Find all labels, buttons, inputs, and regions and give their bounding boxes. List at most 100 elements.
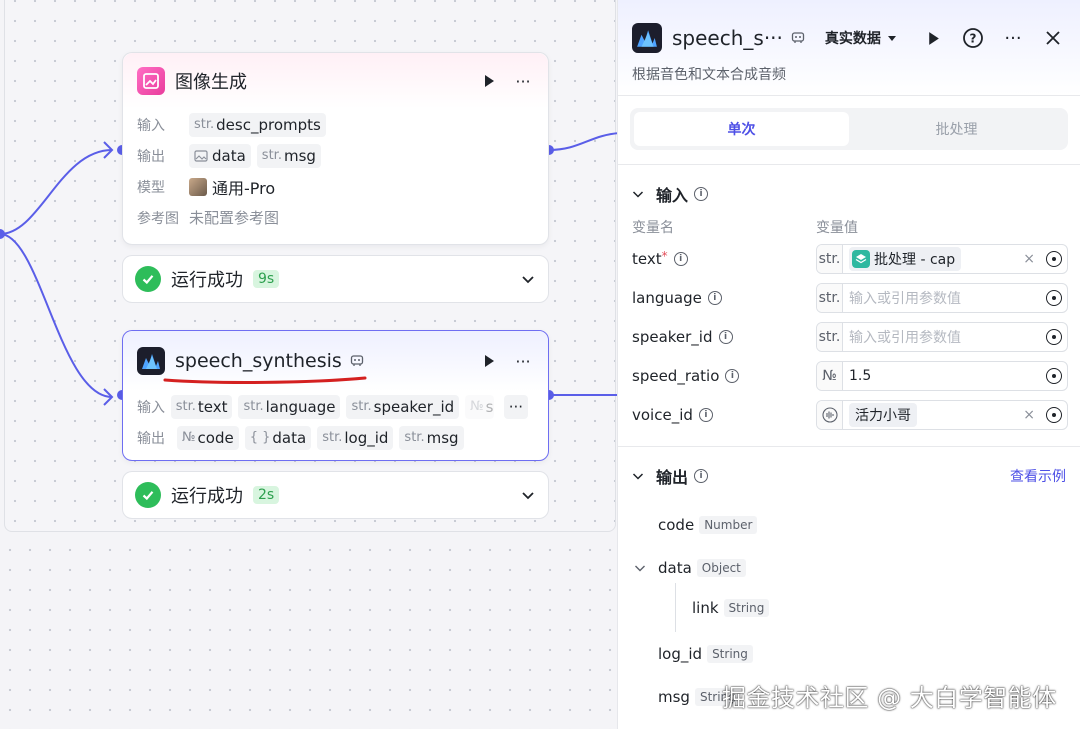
inputs-row: 输入 str. text str. language str. speaker_id …: [123, 391, 548, 422]
input-tag: str. speaker_id: [346, 394, 460, 419]
output-section-title: 输出: [656, 468, 689, 487]
time-badge: 9s: [253, 270, 280, 288]
type-indicator: №: [817, 361, 843, 390]
col-name-header: 变量名: [632, 220, 674, 236]
tab-single[interactable]: 单次: [634, 112, 849, 146]
run-button[interactable]: [478, 350, 500, 372]
plugin-badge-icon: [791, 32, 805, 43]
close-icon[interactable]: [1040, 25, 1066, 51]
param-name: speed_ratio i: [632, 367, 816, 385]
param-name: voice_id i: [632, 406, 816, 424]
param-row-speed-ratio: speed_ratio i № 1.5: [618, 356, 1080, 395]
info-icon[interactable]: i: [673, 251, 688, 266]
reference-label: 参考图: [137, 210, 179, 227]
model-value: 通用-Pro: [212, 178, 276, 198]
workflow-canvas[interactable]: 图像生成 ··· 输入 str. desc_prompts 输出 data str…: [0, 0, 620, 729]
param-row-speaker-id: speaker_id i str. 输入或引用参数值: [618, 317, 1080, 356]
tab-batch[interactable]: 批处理: [849, 112, 1064, 146]
inputs-row: 输入 str. desc_prompts: [123, 109, 548, 140]
run-button[interactable]: [478, 70, 500, 92]
info-icon[interactable]: i: [694, 469, 709, 483]
info-icon[interactable]: i: [698, 407, 713, 422]
image-icon: [137, 67, 165, 95]
param-name: speaker_id i: [632, 328, 816, 346]
more-inputs-button[interactable]: ···: [503, 394, 528, 419]
input-tag: str. language: [238, 394, 341, 419]
chevron-down-icon[interactable]: [520, 271, 536, 287]
reference-target-icon[interactable]: [1041, 401, 1067, 429]
info-icon[interactable]: i: [707, 290, 722, 305]
voice-chip[interactable]: 活力小哥: [849, 402, 917, 427]
run-status-bar[interactable]: 运行成功 9s: [122, 255, 549, 303]
node-header: 图像生成 ···: [123, 53, 548, 109]
image-type-icon: [194, 149, 208, 162]
output-item: log_id String: [658, 632, 1080, 675]
type-indicator: str.: [817, 283, 843, 312]
chevron-down-icon: [632, 191, 644, 198]
more-icon[interactable]: ···: [512, 350, 534, 372]
inputs-label: 输入: [137, 117, 165, 134]
batch-layers-icon: [852, 249, 870, 268]
language-value-field[interactable]: str. 输入或引用参数值: [816, 282, 1068, 313]
speech-plugin-icon: [137, 347, 165, 375]
run-mode-tabs: 单次 批处理: [630, 108, 1068, 150]
voice-id-value-field[interactable]: 活力小哥 ×: [816, 399, 1068, 430]
placeholder-text: 输入或引用参数值: [849, 329, 961, 346]
check-icon: [135, 482, 161, 508]
chevron-down-icon[interactable]: [520, 487, 536, 503]
info-icon[interactable]: i: [725, 368, 740, 383]
clear-icon[interactable]: ×: [1017, 407, 1041, 423]
speech-synthesis-node[interactable]: speech_synthesis ··· 输入 str. text str. lan…: [122, 330, 549, 461]
output-item: link String: [675, 583, 1080, 632]
output-section-header[interactable]: 输出 i 查看示例: [618, 461, 1080, 491]
info-icon[interactable]: i: [718, 329, 733, 344]
reference-chip[interactable]: 批处理 - cap: [849, 246, 962, 271]
view-example-link[interactable]: 查看示例: [1010, 466, 1066, 486]
model-avatar: [189, 177, 207, 196]
panel-description: 根据音色和文本合成音频: [632, 67, 786, 83]
param-row-voice-id: voice_id i 活力小哥 ×: [618, 395, 1080, 434]
output-tag: { } data: [244, 425, 312, 450]
help-icon[interactable]: ?: [960, 25, 986, 51]
image-generation-node[interactable]: 图像生成 ··· 输入 str. desc_prompts 输出 data str…: [122, 52, 549, 245]
input-section-header[interactable]: 输入 i: [618, 179, 1080, 209]
red-underline-annotation: [163, 376, 367, 384]
speed-ratio-value-field[interactable]: № 1.5: [816, 360, 1068, 391]
outputs-row: 输出 data str. msg: [123, 140, 548, 171]
input-tag: str. desc_prompts: [189, 112, 326, 137]
input-tag-faded: № s: [465, 394, 494, 419]
column-headers: 变量名 变量值: [618, 215, 1080, 239]
speed-ratio-value: 1.5: [849, 367, 872, 384]
text-value-field[interactable]: str. 批处理 - cap ×: [816, 243, 1068, 274]
output-tag: str. msg: [256, 143, 321, 168]
chevron-down-icon[interactable]: [634, 562, 646, 574]
audio-wave-icon: [817, 400, 843, 429]
type-indicator: str.: [817, 322, 843, 351]
output-tag: str. msg: [399, 425, 464, 450]
reference-target-icon[interactable]: [1041, 284, 1067, 312]
status-text: 运行成功: [171, 270, 243, 291]
reference-target-icon[interactable]: [1041, 362, 1067, 390]
outputs-label: 输出: [137, 430, 165, 447]
run-button[interactable]: [920, 25, 946, 51]
placeholder-text: 输入或引用参数值: [849, 290, 961, 307]
info-icon[interactable]: i: [694, 187, 709, 201]
speaker-id-value-field[interactable]: str. 输入或引用参数值: [816, 321, 1068, 352]
node-title: speech_synthesis: [175, 350, 342, 372]
more-icon[interactable]: ···: [512, 70, 534, 92]
data-mode-select[interactable]: 真实数据: [825, 28, 898, 48]
run-status-bar[interactable]: 运行成功 2s: [122, 471, 549, 519]
status-text: 运行成功: [171, 486, 243, 507]
more-icon[interactable]: ···: [1000, 25, 1026, 51]
clear-icon[interactable]: ×: [1017, 251, 1041, 267]
output-tag: str. log_id: [317, 425, 394, 450]
panel-title: speech_s···: [672, 26, 783, 50]
reference-target-icon[interactable]: [1041, 245, 1067, 273]
param-name: language i: [632, 289, 816, 307]
param-name: text * i: [632, 249, 816, 268]
outputs-row: 输出 № code { } data str. log_id str. msg: [123, 422, 548, 453]
watermark: 掘金技术社区 @ 大白学智能体: [722, 684, 1057, 712]
reference-target-icon[interactable]: [1041, 323, 1067, 351]
output-tag: № code: [177, 425, 239, 450]
inputs-label: 输入: [137, 399, 165, 416]
